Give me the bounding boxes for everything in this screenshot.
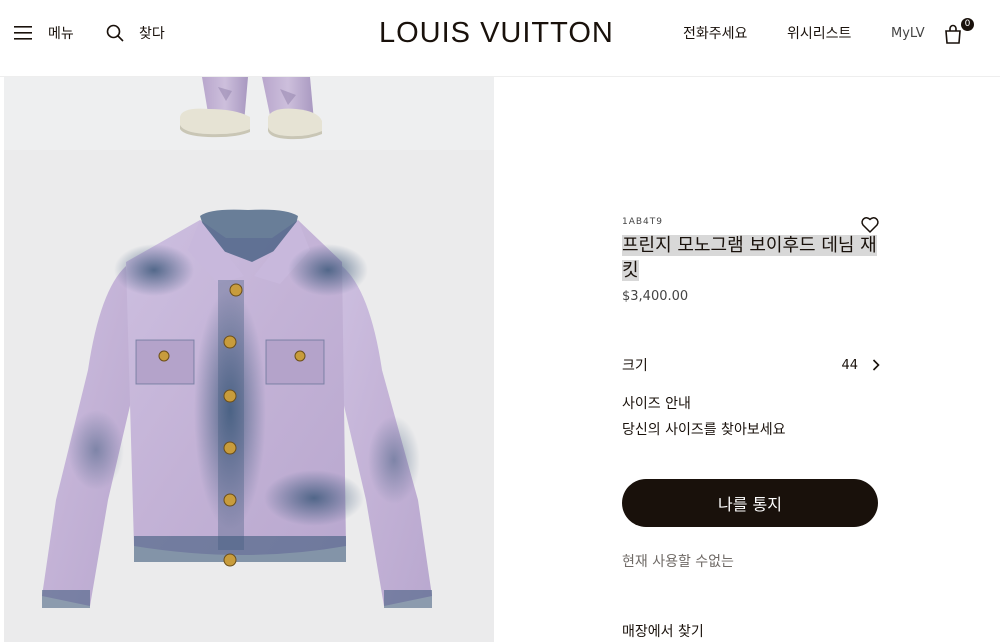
bag-count-badge: 0 — [961, 18, 974, 31]
product-details-panel: 1AB4T9 프린지 모노그램 보이후드 데님 재킷 $3,400.00 크기 … — [494, 77, 1000, 642]
find-in-store-link[interactable]: 매장에서 찾기 — [622, 621, 704, 641]
size-value: 44 — [841, 357, 858, 373]
size-selector[interactable]: 크기 44 — [622, 352, 880, 378]
size-label: 크기 — [622, 358, 648, 374]
product-title: 프린지 모노그램 보이후드 데님 재킷 — [622, 233, 884, 283]
size-guide-link[interactable]: 사이즈 안내 — [622, 393, 691, 413]
notify-me-button[interactable]: 나를 통지 — [622, 479, 878, 527]
product-sku: 1AB4T9 — [622, 217, 664, 227]
wishlist-link[interactable]: 위시리스트 — [787, 22, 851, 44]
site-header: 메뉴 찾다 LOUIS VUITTON 전화주세요 위시리스트 MyLV 0 — [0, 0, 1000, 77]
brand-logo[interactable]: LOUIS VUITTON — [379, 15, 613, 51]
product-title-text: 프린지 모노그램 보이후드 데님 재킷 — [622, 235, 877, 281]
product-price: $3,400.00 — [622, 289, 689, 304]
size-finder-link[interactable]: 당신의 사이즈를 찾아보세요 — [622, 419, 785, 439]
chevron-right-icon — [872, 359, 880, 371]
search-label: 찾다 — [139, 26, 165, 42]
call-us-link[interactable]: 전화주세요 — [683, 22, 747, 44]
shopping-bag-icon — [945, 24, 961, 44]
denim-jacket-illustration — [42, 209, 432, 608]
heart-icon[interactable] — [860, 215, 880, 235]
menu-button[interactable]: 메뉴 — [14, 22, 74, 44]
product-image-jacket — [4, 150, 494, 642]
shopping-bag-button[interactable]: 0 — [944, 18, 974, 46]
search-button[interactable]: 찾다 — [106, 22, 165, 44]
product-image-legs — [4, 77, 494, 150]
jeans-and-sneakers-illustration — [180, 77, 322, 140]
menu-label: 메뉴 — [48, 26, 74, 42]
hamburger-icon — [14, 26, 32, 40]
availability-status: 현재 사용할 수없는 — [622, 554, 734, 570]
mylv-link[interactable]: MyLV — [891, 22, 925, 44]
search-icon — [106, 24, 124, 42]
